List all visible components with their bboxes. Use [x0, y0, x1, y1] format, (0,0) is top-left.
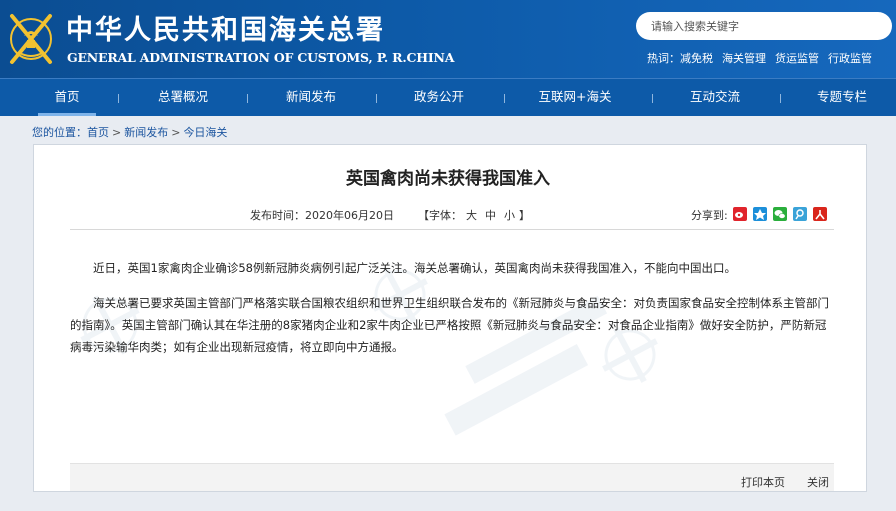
article-divider: [70, 229, 834, 230]
nav-separator: [780, 94, 781, 103]
sina-weibo-icon[interactable]: [733, 207, 747, 221]
breadcrumb: 您的位置：首页 > 新闻发布 > 今日海关: [32, 124, 227, 140]
search-box: [636, 12, 892, 40]
nav-separator: [504, 94, 505, 103]
font-size-label: 【字体：: [418, 209, 462, 222]
hot-word-link[interactable]: 减免税: [680, 52, 713, 65]
tencent-weibo-icon[interactable]: [793, 207, 807, 221]
share-icons: [733, 207, 827, 221]
nav-separator: [376, 94, 377, 103]
site-header: 中华人民共和国海关总署 GENERAL ADMINISTRATION OF CU…: [0, 0, 896, 78]
article-footer-bar: [70, 463, 834, 491]
renren-icon[interactable]: [813, 207, 827, 221]
nav-item-news[interactable]: 新闻发布: [276, 79, 346, 116]
nav-item-home[interactable]: 首页: [38, 79, 96, 116]
hot-words: 热词：减免税 海关管理 货运监管 行政监管: [647, 50, 881, 66]
wechat-icon[interactable]: [773, 207, 787, 221]
nav-separator: [118, 94, 119, 103]
hot-word-link[interactable]: 行政监管: [828, 52, 872, 65]
breadcrumb-separator: >: [171, 126, 181, 139]
nav-separator: [652, 94, 653, 103]
site-title: 中华人民共和国海关总署: [66, 15, 385, 46]
breadcrumb-prefix: 您的位置：: [32, 126, 87, 139]
print-page-link[interactable]: 打印本页: [741, 474, 785, 490]
nav-item-special-topics[interactable]: 专题专栏: [806, 79, 878, 116]
qq-zone-icon[interactable]: [753, 207, 767, 221]
breadcrumb-today-customs[interactable]: 今日海关: [183, 126, 227, 139]
hot-words-label: 热词：: [647, 52, 680, 65]
main-nav: 首页 总署概况 新闻发布 政务公开 互联网+海关 互动交流 专题专栏: [0, 78, 896, 116]
hot-word-link[interactable]: 海关管理: [722, 52, 766, 65]
search-input[interactable]: [636, 12, 856, 40]
font-size-large[interactable]: 大: [466, 209, 477, 222]
font-size-medium[interactable]: 中: [485, 209, 496, 222]
site-subtitle: GENERAL ADMINISTRATION OF CUSTOMS, P. R.…: [67, 50, 455, 65]
publish-time: 发布时间：2020年06月20日: [250, 209, 394, 222]
article-paragraph: 近日，英国1家禽肉企业确诊58例新冠肺炎病例引起广泛关注。海关总署确认，英国禽肉…: [93, 261, 736, 275]
font-size-small[interactable]: 小: [504, 209, 515, 222]
font-size-close: 】: [519, 209, 530, 222]
breadcrumb-news[interactable]: 新闻发布: [124, 126, 168, 139]
nav-item-interaction[interactable]: 互动交流: [680, 79, 750, 116]
article-meta: 发布时间：2020年06月20日 【字体： 大中小】: [250, 207, 530, 223]
share-label: 分享到:: [691, 209, 728, 222]
nav-item-gov-affairs[interactable]: 政务公开: [404, 79, 474, 116]
breadcrumb-home[interactable]: 首页: [87, 126, 109, 139]
close-link[interactable]: 关闭: [807, 474, 829, 490]
nav-item-about[interactable]: 总署概况: [148, 79, 218, 116]
hot-word-link[interactable]: 货运监管: [775, 52, 819, 65]
nav-separator: [247, 94, 248, 103]
article-paragraph: 海关总署已要求英国主管部门严格落实联合国粮农组织和世界卫生组织联合发布的《新冠肺…: [70, 296, 829, 354]
breadcrumb-separator: >: [112, 126, 122, 139]
article-title: 英国禽肉尚未获得我国准入: [346, 169, 550, 189]
nav-item-internet-customs[interactable]: 互联网+海关: [530, 79, 620, 116]
customs-emblem-icon: [10, 14, 52, 64]
